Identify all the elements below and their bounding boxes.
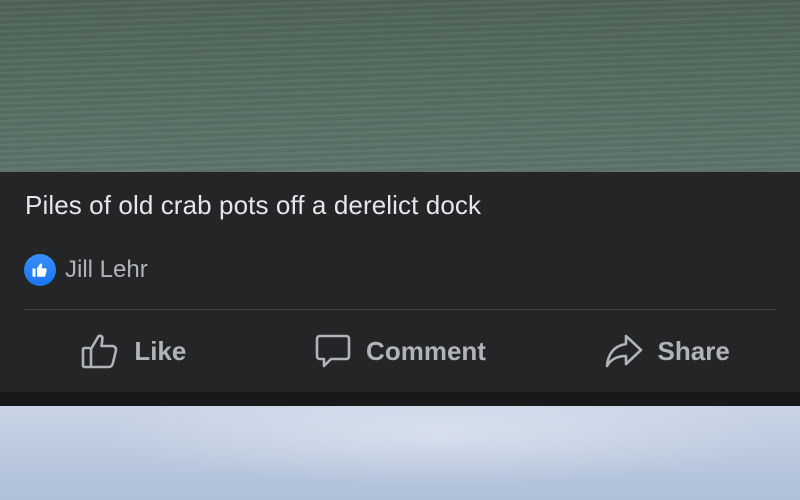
post-photo-water[interactable] [0, 0, 800, 172]
feed-separator [0, 392, 800, 406]
divider [24, 309, 776, 310]
comment-label: Comment [366, 335, 486, 366]
share-label: Share [657, 335, 730, 366]
post-actions-bar: Like Comment Share [0, 322, 800, 380]
reactions-summary[interactable]: Jill Lehr [24, 254, 148, 286]
speech-bubble-icon [315, 334, 351, 368]
thumbs-up-icon [82, 334, 118, 369]
like-button[interactable]: Like [0, 331, 267, 371]
next-post-photo-sky[interactable] [0, 406, 800, 500]
comment-button[interactable]: Comment [267, 332, 534, 370]
post-card: Piles of old crab pots off a derelict do… [0, 172, 800, 392]
like-reaction-icon [24, 254, 56, 286]
like-label: Like [134, 335, 187, 366]
share-arrow-icon [605, 334, 642, 368]
share-button[interactable]: Share [533, 331, 800, 371]
reactor-name: Jill Lehr [65, 256, 148, 283]
post-caption: Piles of old crab pots off a derelict do… [25, 190, 482, 220]
